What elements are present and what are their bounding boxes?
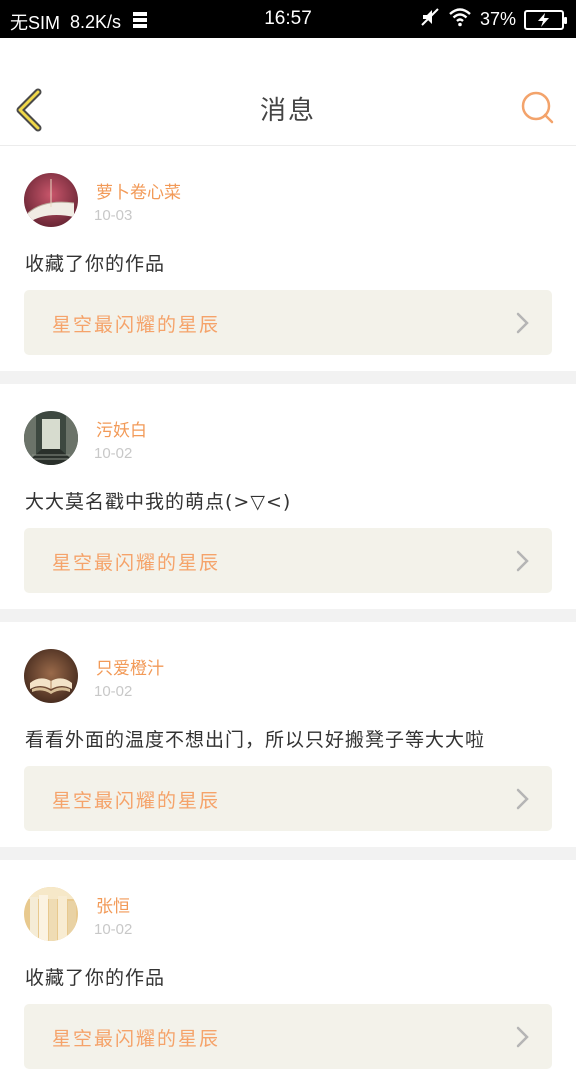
- work-link[interactable]: 星空最闪耀的星辰: [24, 1004, 552, 1069]
- status-bar: 无SIM 8.2K/s 16:57 37%: [0, 0, 576, 38]
- work-link[interactable]: 星空最闪耀的星辰: [24, 766, 552, 831]
- search-icon: [521, 91, 554, 124]
- battery-charging-icon: [524, 9, 567, 30]
- stacked-books-avatar-icon[interactable]: [24, 887, 78, 941]
- status-right: 37%: [420, 7, 567, 32]
- message-list: 萝卜卷心菜 10-03 收藏了你的作品 星空最闪耀的星辰 污妖白 10-02 大…: [0, 146, 576, 1085]
- hallway-avatar-icon[interactable]: [24, 411, 78, 465]
- work-link[interactable]: 星空最闪耀的星辰: [24, 290, 552, 355]
- divider: [0, 371, 576, 384]
- username[interactable]: 污妖白: [96, 416, 147, 441]
- top-nav-bar: 消息: [0, 38, 576, 146]
- chevron-right-icon: [516, 312, 529, 334]
- work-title: 星空最闪耀的星辰: [52, 552, 221, 574]
- message-date: 10-03: [94, 207, 133, 224]
- work-title: 星空最闪耀的星辰: [52, 790, 221, 812]
- message-text: 收藏了你的作品: [25, 253, 166, 275]
- page-title: 消息: [259, 96, 316, 126]
- mute-icon: [420, 7, 440, 32]
- open-book-avatar-icon[interactable]: [24, 649, 78, 703]
- message-item: 张恒 10-02 收藏了你的作品 星空最闪耀的星辰: [0, 860, 576, 1085]
- search-button[interactable]: [520, 90, 556, 126]
- message-item: 污妖白 10-02 大大莫名戳中我的萌点(>▽<) 星空最闪耀的星辰: [0, 384, 576, 609]
- work-link[interactable]: 星空最闪耀的星辰: [24, 528, 552, 593]
- username[interactable]: 萝卜卷心菜: [96, 178, 181, 203]
- battery-percent: 37%: [479, 9, 516, 29]
- divider: [0, 847, 576, 860]
- message-text: 收藏了你的作品: [25, 967, 166, 989]
- work-title: 星空最闪耀的星辰: [52, 314, 221, 336]
- chevron-right-icon: [516, 1026, 529, 1048]
- username[interactable]: 只爱橙汁: [96, 654, 164, 679]
- username[interactable]: 张恒: [96, 892, 130, 917]
- message-date: 10-02: [94, 683, 133, 700]
- message-item: 萝卜卷心菜 10-03 收藏了你的作品 星空最闪耀的星辰: [0, 146, 576, 371]
- divider: [0, 609, 576, 622]
- message-item: 只爱橙汁 10-02 看看外面的温度不想出门，所以只好搬凳子等大大啦 星空最闪耀…: [0, 622, 576, 847]
- wifi-icon: [448, 7, 472, 32]
- chevron-right-icon: [516, 788, 529, 810]
- message-text: 看看外面的温度不想出门，所以只好搬凳子等大大啦: [25, 729, 486, 751]
- work-title: 星空最闪耀的星辰: [52, 1028, 221, 1050]
- message-date: 10-02: [94, 921, 133, 938]
- book-avatar-icon[interactable]: [24, 173, 78, 227]
- chevron-right-icon: [516, 550, 529, 572]
- message-date: 10-02: [94, 445, 133, 462]
- message-text: 大大莫名戳中我的萌点(>▽<): [25, 491, 292, 513]
